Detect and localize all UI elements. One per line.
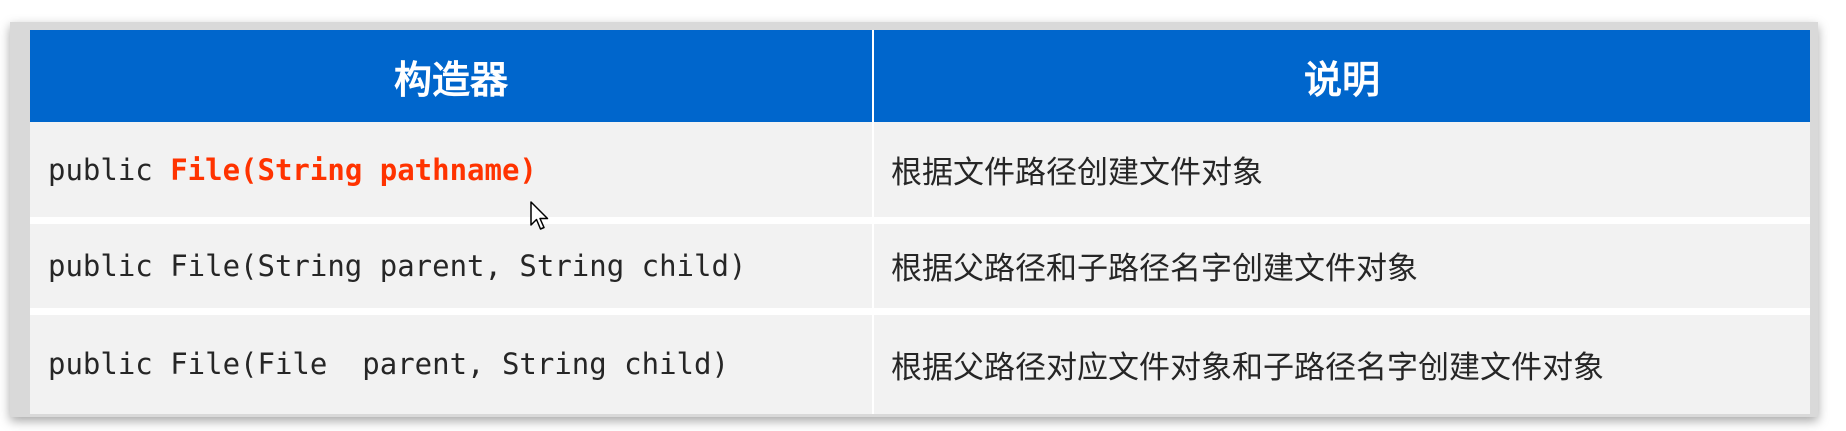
constructor-prefix: public: [48, 152, 171, 187]
constructor-signature: public File(String pathname): [48, 153, 537, 187]
table-row: public File(String parent, String child)…: [30, 220, 1810, 315]
constructor-highlight: File(String pathname): [170, 152, 537, 187]
constructor-signature: public File(File parent, String child): [48, 347, 729, 382]
header-row: 构造器 说明: [30, 30, 1810, 122]
constructor-cell: public File(String pathname): [30, 122, 874, 225]
header-constructor: 构造器: [30, 30, 874, 122]
constructor-table: 构造器 说明 public File(String pathname) 根据文件…: [30, 30, 1810, 414]
constructor-cell: public File(String parent, String child): [30, 220, 874, 315]
description-cell: 根据父路径对应文件对象和子路径名字创建文件对象: [873, 311, 1810, 414]
constructor-cell: public File(File parent, String child): [30, 311, 874, 414]
table-row: public File(String pathname) 根据文件路径创建文件对…: [30, 122, 1810, 225]
header-description: 说明: [873, 30, 1810, 122]
constructor-signature: public File(String parent, String child): [48, 248, 747, 283]
mouse-pointer-icon: [530, 201, 549, 230]
description-cell: 根据文件路径创建文件对象: [873, 122, 1810, 225]
description-cell: 根据父路径和子路径名字创建文件对象: [873, 220, 1810, 315]
table-row: public File(File parent, String child) 根…: [30, 311, 1810, 414]
